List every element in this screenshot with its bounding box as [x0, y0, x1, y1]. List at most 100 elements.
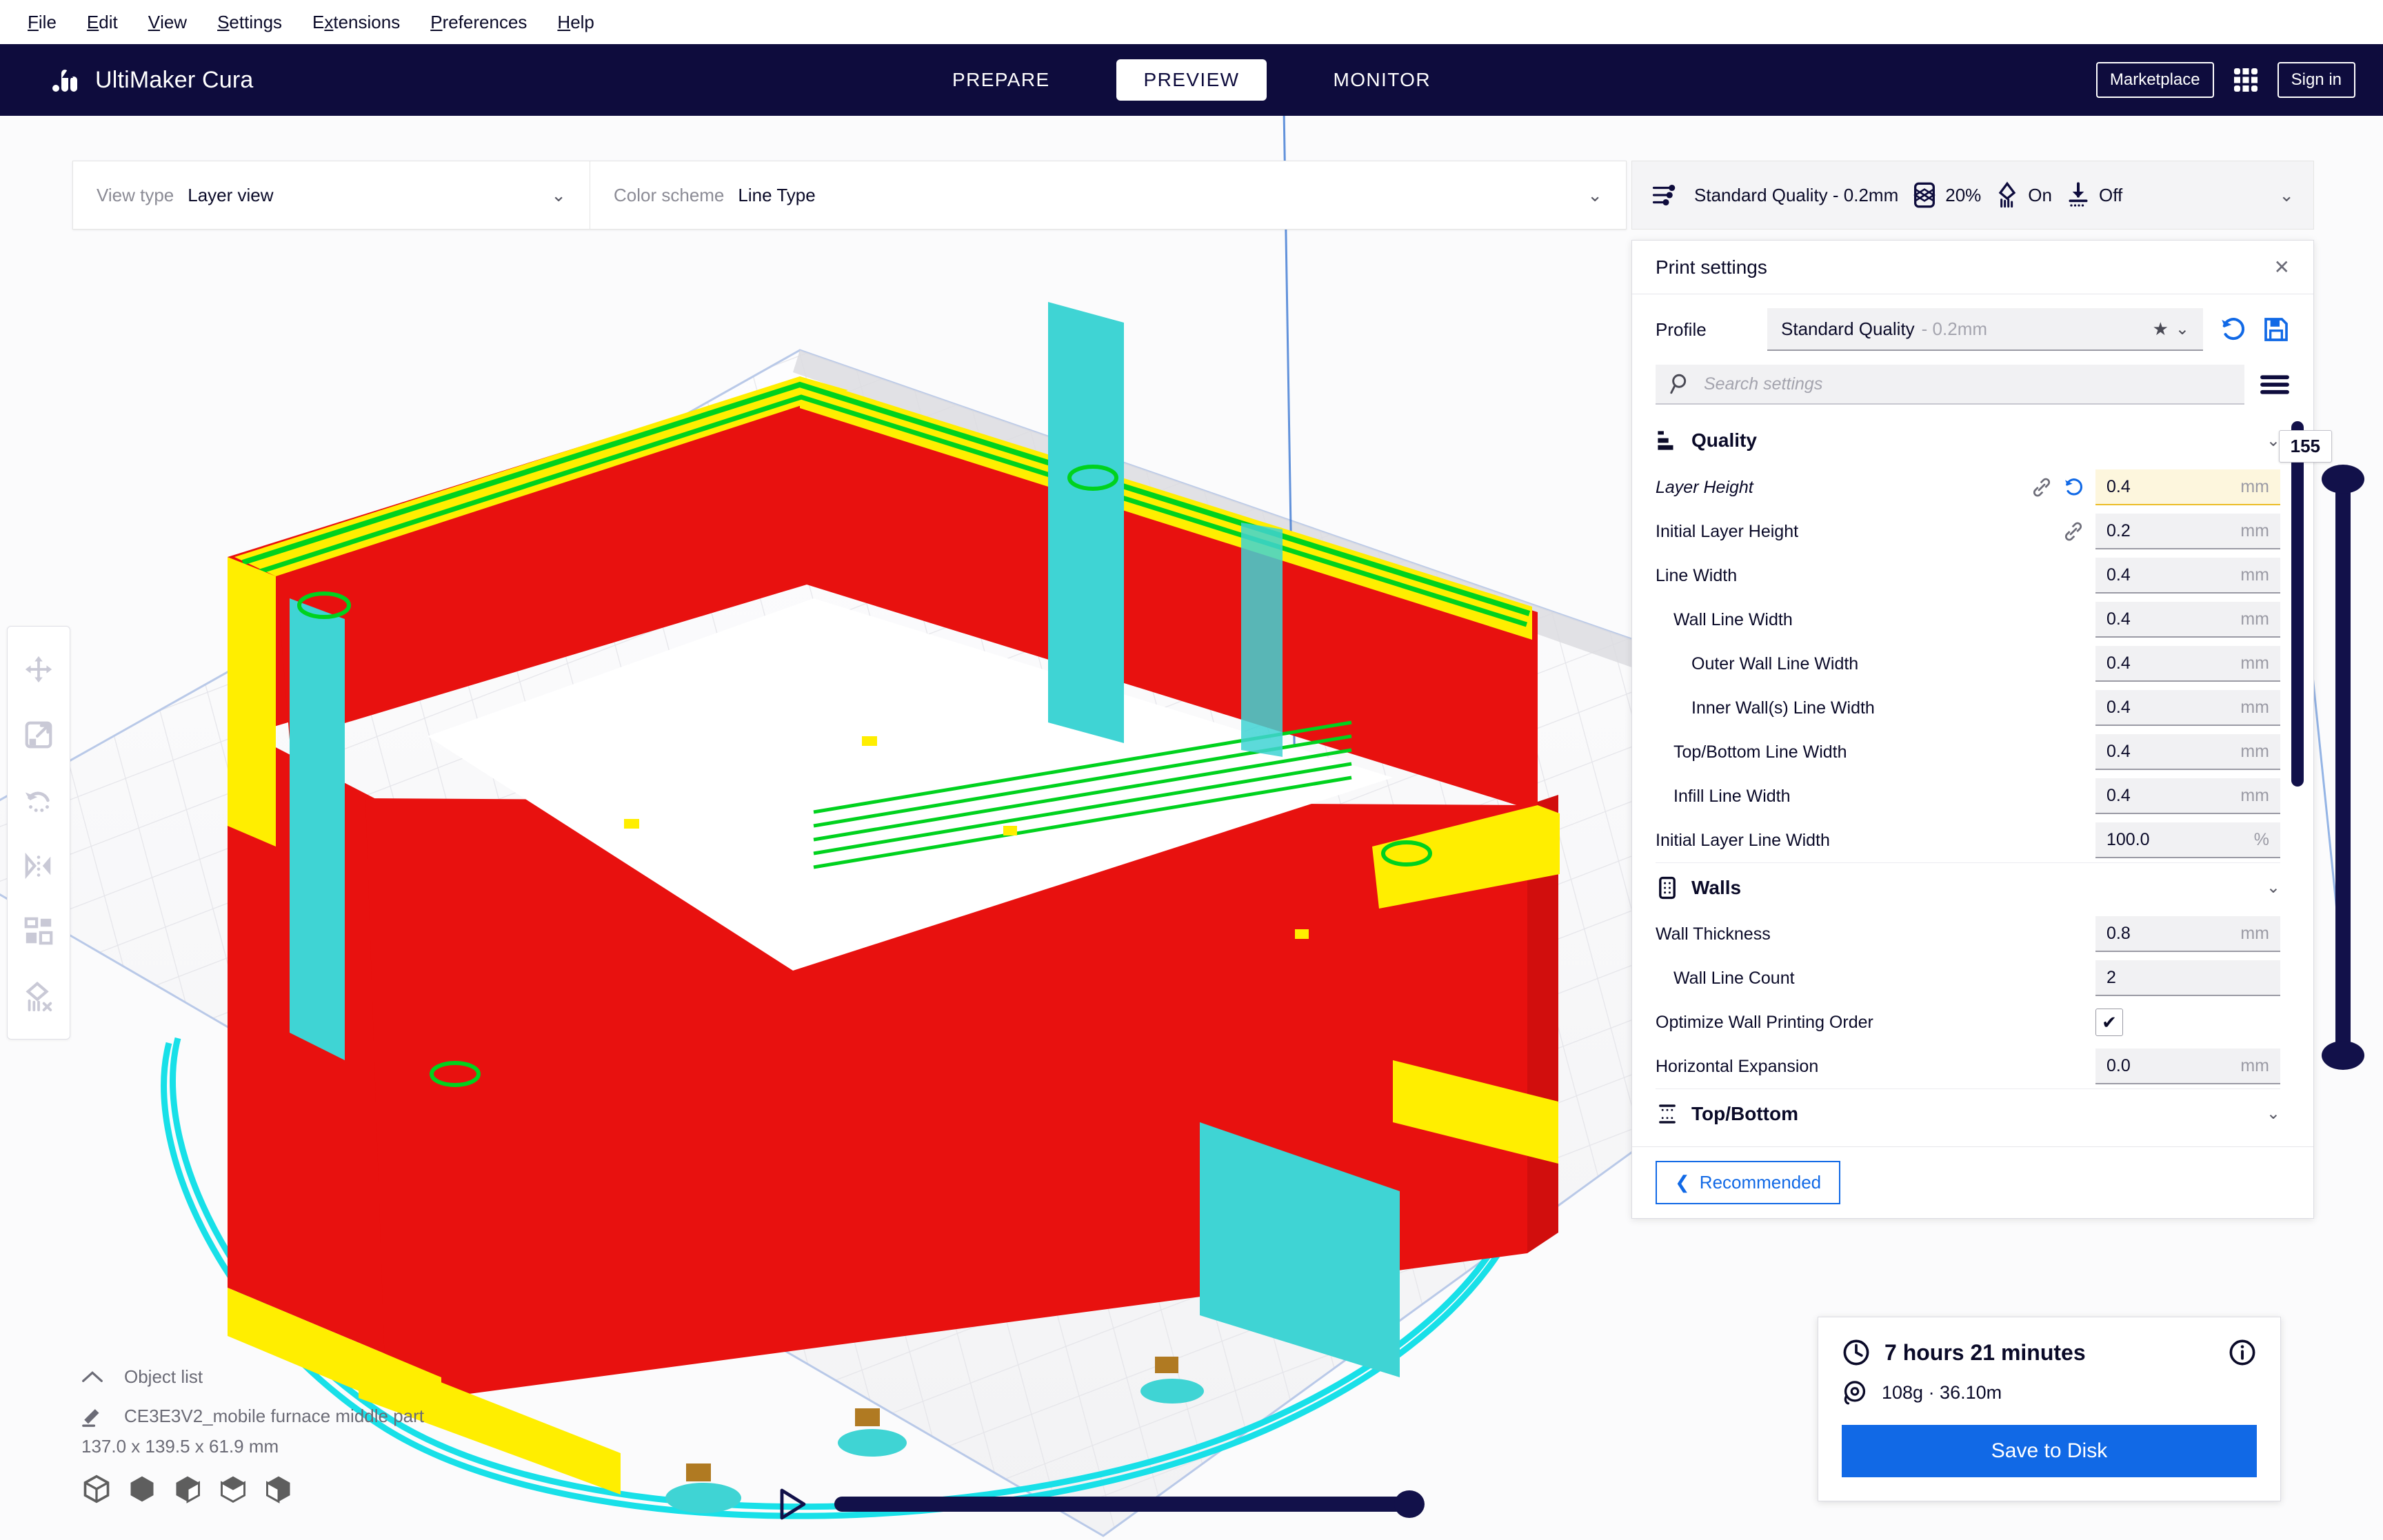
- menu-item-settings[interactable]: Settings: [202, 0, 297, 44]
- setting-input[interactable]: 0.4 mm: [2095, 469, 2280, 505]
- apps-grid-icon[interactable]: [2232, 66, 2260, 94]
- setting-input[interactable]: 0.2 mm: [2095, 514, 2280, 549]
- tab-preview[interactable]: PREVIEW: [1116, 59, 1267, 101]
- revert-arrow-icon[interactable]: [2062, 476, 2084, 498]
- info-icon[interactable]: [2228, 1338, 2257, 1367]
- cube-solid-icon[interactable]: [127, 1474, 157, 1504]
- scale-tool[interactable]: [7, 702, 70, 767]
- link-icon[interactable]: [2031, 476, 2053, 498]
- setting-infill-line-width: Infill Line Width 0.4 mm: [1656, 774, 2280, 818]
- menu-item-extensions[interactable]: Ex tensions: [297, 0, 415, 44]
- setting-input[interactable]: 0.0 mm: [2095, 1048, 2280, 1084]
- menu-item-preferences[interactable]: Preferences: [415, 0, 542, 44]
- menu-item-edit[interactable]: Edit: [72, 0, 133, 44]
- summary-adhesion: Off: [2066, 181, 2122, 209]
- mirror-icon: [25, 852, 51, 879]
- setting-label: Optimize Wall Printing Order: [1656, 1012, 1873, 1032]
- save-to-disk-button[interactable]: Save to Disk: [1842, 1425, 2257, 1477]
- object-list: Object list CE3E3V2_mobile furnace middl…: [81, 1366, 605, 1504]
- search-box[interactable]: [1656, 365, 2244, 405]
- menu-item-view[interactable]: View: [133, 0, 202, 44]
- play-icon[interactable]: [778, 1488, 808, 1521]
- support-blocker-tool[interactable]: [7, 964, 70, 1029]
- save-disk-icon[interactable]: [2262, 316, 2290, 343]
- star-icon[interactable]: ★: [2153, 318, 2169, 340]
- chevron-up-icon: [82, 1370, 103, 1382]
- setting-wall-thickness: Wall Thickness 0.8 mm: [1656, 912, 2280, 956]
- cube-right-icon[interactable]: [263, 1474, 294, 1504]
- setting-input[interactable]: 0.4 mm: [2095, 602, 2280, 638]
- cube-outline-icon[interactable]: [81, 1474, 112, 1504]
- menu-item-file[interactable]: File: [12, 0, 72, 44]
- tab-prepare[interactable]: PREPARE: [925, 59, 1078, 101]
- setting-label: Wall Thickness: [1656, 924, 1771, 944]
- close-icon[interactable]: ✕: [2274, 256, 2290, 278]
- rotate-tool[interactable]: [7, 767, 70, 833]
- setting-input[interactable]: 0.8 mm: [2095, 916, 2280, 952]
- setting-input[interactable]: 0.4 mm: [2095, 734, 2280, 770]
- object-list-label: Object list: [124, 1366, 203, 1387]
- profile-select[interactable]: Standard Quality - 0.2mm ★ ⌄: [1767, 308, 2203, 351]
- playback-slider-handle[interactable]: [1394, 1490, 1425, 1518]
- chevron-down-icon: ⌄: [2266, 878, 2280, 897]
- setting-value: 0.0: [2107, 1055, 2131, 1075]
- playback-slider[interactable]: [834, 1490, 1425, 1518]
- object-list-header[interactable]: Object list: [81, 1366, 605, 1388]
- tab-monitor[interactable]: MONITOR: [1305, 59, 1458, 101]
- setting-input[interactable]: 100.0 %: [2095, 822, 2280, 858]
- setting-input[interactable]: 0.4 mm: [2095, 646, 2280, 682]
- setting-value: 0.2: [2107, 520, 2131, 540]
- setting-input[interactable]: 0.4 mm: [2095, 778, 2280, 814]
- setting-input[interactable]: 0.4 mm: [2095, 690, 2280, 726]
- object-list-item[interactable]: CE3E3V2_mobile furnace middle part: [81, 1404, 605, 1428]
- setting-input[interactable]: 2: [2095, 960, 2280, 996]
- profile-sublabel: - 0.2mm: [1921, 318, 1988, 339]
- cube-top-icon[interactable]: [218, 1474, 248, 1504]
- setting-horizontal-expansion: Horizontal Expansion 0.0 mm: [1656, 1044, 2280, 1088]
- per-model-settings-tool[interactable]: [7, 898, 70, 964]
- setting-top-bottom-line-width: Top/Bottom Line Width 0.4 mm: [1656, 730, 2280, 774]
- marketplace-button[interactable]: Marketplace: [2095, 62, 2214, 98]
- category-quality[interactable]: Quality ⌄: [1656, 416, 2280, 465]
- hamburger-menu-icon[interactable]: [2260, 372, 2290, 397]
- setting-label: Inner Wall(s) Line Width: [1691, 698, 1875, 718]
- setting-value: 0.4: [2107, 697, 2131, 717]
- layer-slider-track[interactable]: [2335, 474, 2351, 1055]
- layer-slider-handle-top[interactable]: [2322, 465, 2364, 494]
- menu-item-help[interactable]: Help: [542, 0, 609, 44]
- setting-unit: mm: [2240, 923, 2269, 943]
- recommended-button[interactable]: ❮ Recommended: [1656, 1161, 1841, 1204]
- view-type-dropdown[interactable]: View type Layer view ⌄: [73, 161, 590, 229]
- mirror-tool[interactable]: [7, 833, 70, 898]
- object-dimensions: 137.0 x 139.5 x 61.9 mm: [81, 1436, 279, 1457]
- move-tool[interactable]: [7, 636, 70, 702]
- cube-left-icon[interactable]: [172, 1474, 203, 1504]
- setting-outer-wall-line-width: Outer Wall Line Width 0.4 mm: [1656, 642, 2280, 686]
- summary-adhesion-value: Off: [2098, 184, 2123, 205]
- layer-slider-handle-bottom[interactable]: [2322, 1041, 2364, 1070]
- print-settings-summary-bar[interactable]: Standard Quality - 0.2mm 20% On Off ⌄: [1631, 161, 2314, 230]
- sign-in-button[interactable]: Sign in: [2277, 62, 2355, 98]
- setting-input[interactable]: 0.4 mm: [2095, 558, 2280, 594]
- chevron-down-icon[interactable]: ⌄: [2279, 185, 2294, 206]
- setting-label: Horizontal Expansion: [1656, 1056, 1819, 1076]
- settings-scrollbar[interactable]: [2291, 421, 2304, 787]
- category-top-bottom[interactable]: Top/Bottom ⌄: [1656, 1088, 2280, 1138]
- chevron-down-icon: ⌄: [551, 184, 566, 205]
- setting-value: 0.4: [2107, 609, 2131, 629]
- chevron-down-icon: ⌄: [2266, 1104, 2280, 1123]
- setting-checkbox[interactable]: ✔: [2095, 1009, 2123, 1036]
- chevron-left-icon: ❮: [1675, 1172, 1690, 1193]
- setting-label: Line Width: [1656, 565, 1738, 585]
- search-input[interactable]: [1704, 374, 2231, 394]
- revert-arrow-icon[interactable]: [2218, 315, 2247, 344]
- print-time-row: 7 hours 21 minutes: [1842, 1338, 2257, 1367]
- setting-initial-layer-line-width: Initial Layer Line Width 100.0 %: [1656, 818, 2280, 862]
- setting-label: Initial Layer Line Width: [1656, 830, 1830, 850]
- link-icon[interactable]: [2062, 520, 2084, 543]
- app-header: UltiMaker Cura PREPARE PREVIEW MONITOR M…: [0, 44, 2383, 116]
- profile-name: Standard Quality: [1781, 318, 1915, 339]
- color-scheme-dropdown[interactable]: Color scheme Line Type ⌄: [590, 161, 1626, 229]
- category-walls[interactable]: Walls ⌄: [1656, 862, 2280, 912]
- setting-inner-wall-line-width: Inner Wall(s) Line Width 0.4 mm: [1656, 686, 2280, 730]
